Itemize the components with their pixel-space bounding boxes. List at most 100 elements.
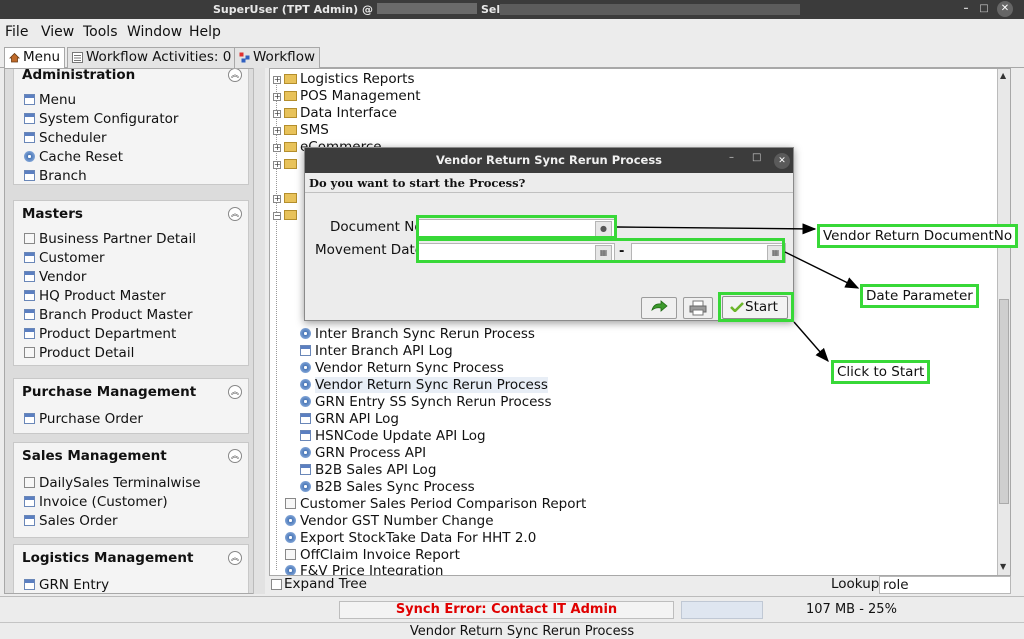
tree-folder-partial[interactable]: + <box>273 156 300 172</box>
expand-icon[interactable]: + <box>273 195 281 203</box>
minimize-icon[interactable]: – <box>958 1 974 17</box>
tree-item-b2b-sales-sync[interactable]: B2B Sales Sync Process <box>300 479 475 495</box>
window-icon <box>24 170 35 181</box>
tree-item-grn-entry-ss-synch-rerun[interactable]: GRN Entry SS Synch Rerun Process <box>300 394 552 410</box>
tree-item-customer-sales-period-report[interactable]: Customer Sales Period Comparison Report <box>285 496 586 512</box>
expand-icon[interactable]: + <box>273 110 281 118</box>
collapse-node-icon[interactable]: − <box>273 212 281 220</box>
process-icon <box>285 565 296 575</box>
tree-node-label: OffClaim Invoice Report <box>300 547 460 563</box>
expand-tree-checkbox[interactable] <box>271 579 282 590</box>
section-title[interactable]: Logistics Management <box>14 545 248 571</box>
sidebar-item-customer[interactable]: Customer <box>24 250 105 266</box>
sidebar-scrollbar[interactable] <box>253 68 265 594</box>
tree-item-b2b-sales-api-log[interactable]: B2B Sales API Log <box>300 462 436 478</box>
tree-item-offclaim-invoice-report[interactable]: OffClaim Invoice Report <box>285 547 460 563</box>
tree-node-label: Inter Branch API Log <box>315 343 453 359</box>
tree-folder-logistics-reports[interactable]: + Logistics Reports <box>273 71 414 87</box>
sidebar-item-menu[interactable]: Menu <box>24 92 76 108</box>
sidebar-item-dailysales-terminalwise[interactable]: DailySales Terminalwise <box>24 475 201 491</box>
document-no-label: Document No <box>330 219 423 235</box>
expand-tree-label[interactable]: Expand Tree <box>284 576 367 592</box>
sidebar-item-business-partner-detail[interactable]: Business Partner Detail <box>24 231 196 247</box>
window-icon <box>24 309 35 320</box>
folder-icon <box>284 193 297 203</box>
tree-item-grn-process-api[interactable]: GRN Process API <box>300 445 426 461</box>
menu-window[interactable]: Window <box>127 24 182 40</box>
maximize-icon[interactable]: □ <box>752 152 761 163</box>
scroll-up-icon[interactable]: ▲ <box>1000 71 1006 80</box>
section-sales-management: Sales Management ︽ DailySales Terminalwi… <box>13 442 249 538</box>
collapse-icon[interactable]: ︽ <box>228 385 242 399</box>
tree-folder-partial[interactable]: + <box>273 190 300 206</box>
section-title[interactable]: Purchase Management <box>14 379 248 405</box>
close-icon[interactable]: ✕ <box>774 153 790 169</box>
memory-usage[interactable]: 107 MB - 25% <box>806 602 897 617</box>
tree-item-vendor-gst-number-change[interactable]: Vendor GST Number Change <box>285 513 494 529</box>
collapse-icon[interactable]: ︽ <box>228 69 242 82</box>
sidebar-item-branch[interactable]: Branch <box>24 168 87 184</box>
tree-folder-pos-management[interactable]: + POS Management <box>273 88 421 104</box>
sidebar-item-scheduler[interactable]: Scheduler <box>24 130 107 146</box>
status-bar: Synch Error: Contact IT Admin 107 MB - 2… <box>0 596 1024 639</box>
sidebar-item-vendor[interactable]: Vendor <box>24 269 86 285</box>
tree-scrollbar[interactable]: ▲ ▼ <box>997 69 1010 575</box>
sidebar-item-product-department[interactable]: Product Department <box>24 326 176 342</box>
expand-icon[interactable]: + <box>273 144 281 152</box>
tree-node-label: GRN API Log <box>315 411 399 427</box>
tab-workflow[interactable]: Workflow <box>234 47 320 68</box>
sidebar-item-cache-reset[interactable]: Cache Reset <box>24 149 123 165</box>
tree-item-hsncode-update-api-log[interactable]: HSNCode Update API Log <box>300 428 486 444</box>
section-title[interactable]: Sales Management <box>14 443 248 469</box>
lookup-input[interactable]: role <box>879 576 1011 594</box>
tree-item-export-stocktake[interactable]: Export StockTake Data For HHT 2.0 <box>285 530 536 546</box>
tree-folder-sms[interactable]: + SMS <box>273 122 329 138</box>
section-title[interactable]: Masters <box>14 201 248 227</box>
tree-item-grn-api-log[interactable]: GRN API Log <box>300 411 399 427</box>
refresh-button[interactable] <box>641 297 677 319</box>
sidebar-item-branch-product-master[interactable]: Branch Product Master <box>24 307 193 323</box>
tree-item-vendor-return-sync[interactable]: Vendor Return Sync Process <box>300 360 504 376</box>
sidebar-item-system-configurator[interactable]: System Configurator <box>24 111 178 127</box>
section-title[interactable]: Administration <box>14 69 248 88</box>
tree-item-vendor-return-sync-rerun[interactable]: Vendor Return Sync Rerun Process <box>300 377 548 393</box>
sidebar-item-purchase-order[interactable]: Purchase Order <box>24 411 143 427</box>
collapse-icon[interactable]: ︽ <box>228 551 242 565</box>
tab-menu[interactable]: Menu <box>4 47 66 69</box>
collapse-icon[interactable]: ︽ <box>228 207 242 221</box>
tree-item-inter-branch-sync-rerun[interactable]: Inter Branch Sync Rerun Process <box>300 326 535 342</box>
tree-node-label: Data Interface <box>300 105 397 121</box>
expand-icon[interactable]: + <box>273 76 281 84</box>
tree-folder-data-interface[interactable]: + Data Interface <box>273 105 397 121</box>
report-icon <box>24 477 35 488</box>
expand-icon[interactable]: + <box>273 127 281 135</box>
menu-tools[interactable]: Tools <box>83 24 118 40</box>
progress-bar <box>681 601 763 619</box>
print-button[interactable] <box>683 297 713 319</box>
menu-help[interactable]: Help <box>189 24 221 40</box>
scroll-down-icon[interactable]: ▼ <box>1000 562 1006 571</box>
expand-icon[interactable]: + <box>273 93 281 101</box>
minimize-icon[interactable]: – <box>729 152 734 163</box>
tree-folder-expanded[interactable]: − <box>273 207 300 223</box>
sidebar-item-grn-entry[interactable]: GRN Entry <box>24 577 109 593</box>
tab-workflow-activities[interactable]: Workflow Activities: 0 <box>67 47 237 68</box>
sidebar-item-hq-product-master[interactable]: HQ Product Master <box>24 288 166 304</box>
sidebar-item-product-detail[interactable]: Product Detail <box>24 345 134 361</box>
scroll-thumb[interactable] <box>999 299 1009 504</box>
synch-error-message[interactable]: Synch Error: Contact IT Admin <box>339 601 674 619</box>
menu-file[interactable]: File <box>5 24 28 40</box>
collapse-icon[interactable]: ︽ <box>228 449 242 463</box>
tree-item-inter-branch-api-log[interactable]: Inter Branch API Log <box>300 343 453 359</box>
close-icon[interactable]: ✕ <box>997 1 1013 17</box>
sidebar-item-sales-order[interactable]: Sales Order <box>24 513 118 529</box>
window-icon <box>24 113 35 124</box>
menu-view[interactable]: View <box>41 24 74 40</box>
folder-icon <box>284 142 297 152</box>
sidebar-item-label: Product Department <box>39 326 177 342</box>
maximize-icon[interactable]: □ <box>976 1 992 17</box>
tree-item-fv-price-integration[interactable]: F&V Price Integration <box>285 563 443 575</box>
sidebar-item-invoice-customer[interactable]: Invoice (Customer) <box>24 494 168 510</box>
expand-icon[interactable]: + <box>273 161 281 169</box>
window-icon <box>24 496 35 507</box>
